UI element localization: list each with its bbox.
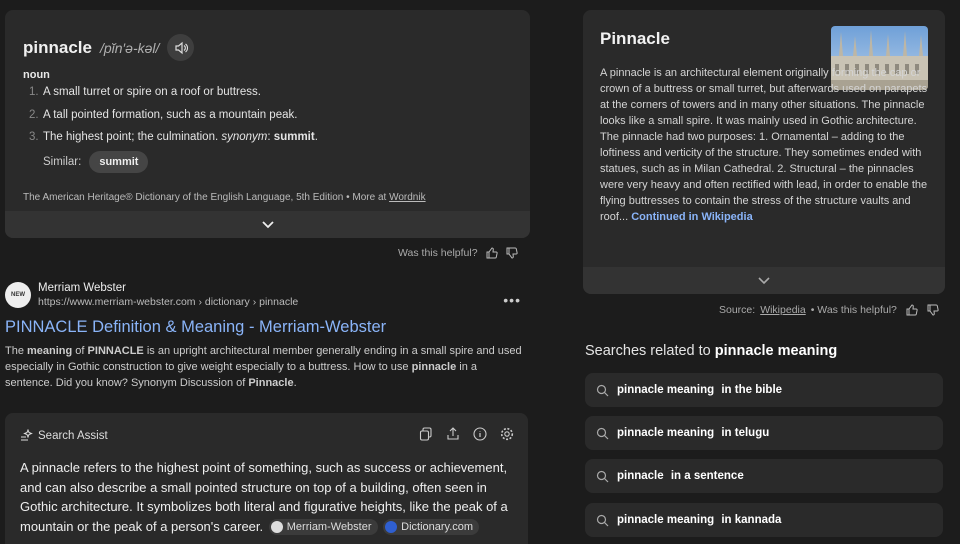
helpful-label: Was this helpful?	[398, 247, 478, 259]
speaker-button[interactable]	[167, 34, 195, 61]
query-bold: in kannada	[721, 514, 782, 526]
query-plain: pinnacle meaning	[617, 514, 715, 526]
related-search-item[interactable]: pinnacle in a sentence	[585, 459, 943, 493]
synonym-word: summit	[273, 131, 315, 143]
headword: pinnacle	[23, 37, 92, 57]
snippet-bold: PINNACLE	[87, 345, 144, 357]
search-assist-label: Search Assist	[38, 429, 108, 442]
related-search-item[interactable]: pinnacle meaning in the bible	[585, 373, 943, 407]
share-icon[interactable]	[446, 427, 460, 441]
merriam-favicon	[270, 521, 283, 534]
more-options-icon[interactable]: •••	[503, 292, 521, 308]
search-icon	[596, 427, 609, 439]
snippet-bold: Pinnacle	[248, 377, 294, 389]
related-heading-bold: pinnacle meaning	[714, 343, 838, 359]
snippet-text: .	[293, 377, 297, 389]
helpful-label: • Was this helpful?	[810, 304, 897, 316]
site-url: https://www.merriam-webster.com › dictio…	[38, 296, 299, 308]
snippet-bold: meaning	[27, 345, 73, 357]
definition-number: 2.	[29, 108, 39, 121]
source-label: Dictionary.com	[401, 521, 474, 534]
thumbs-up-icon[interactable]	[486, 247, 498, 259]
wikipedia-card: Pinnacle A pinnacle is an architectural …	[583, 10, 945, 294]
thumbs-down-icon[interactable]	[506, 247, 518, 259]
related-searches-heading: Searches related to pinnacle meaning	[585, 343, 837, 359]
source-label: Merriam-Webster	[286, 521, 372, 534]
site-name: Merriam Webster	[38, 282, 126, 294]
related-query: pinnacle meaning in kannada	[617, 514, 781, 526]
more-at-label: More at	[352, 192, 387, 203]
search-result: NEW Merriam Webster https://www.merriam-…	[5, 282, 525, 391]
related-heading-prefix: Searches related to	[585, 343, 711, 359]
info-icon[interactable]	[473, 427, 487, 441]
site-favicon: NEW	[5, 282, 31, 308]
wordnik-link[interactable]: Wordnik	[389, 192, 426, 203]
expand-dictionary-button[interactable]	[5, 211, 530, 238]
definition-item: 1. A small turret or spire on a roof or b…	[29, 86, 318, 109]
definition-number: 3.	[29, 131, 39, 143]
related-query: pinnacle in a sentence	[617, 470, 744, 482]
attribution-text: The American Heritage® Dictionary of the…	[23, 192, 350, 203]
query-plain: pinnacle meaning	[617, 384, 715, 396]
thumbs-up-icon[interactable]	[906, 304, 918, 316]
query-bold: in telugu	[721, 427, 770, 439]
definition-list: 1. A small turret or spire on a roof or b…	[29, 86, 318, 154]
dictionary-header: pinnacle /pĭn′ə-kəl/	[23, 34, 195, 61]
dictionary-card: pinnacle /pĭn′ə-kəl/ noun 1. A small turr…	[5, 10, 530, 238]
gear-icon[interactable]	[500, 427, 514, 441]
helpful-feedback: Was this helpful?	[398, 247, 518, 259]
dictionary-attribution: The American Heritage® Dictionary of the…	[23, 192, 426, 203]
snippet-bold: pinnacle	[411, 361, 457, 373]
related-search-item[interactable]: pinnacle meaning in kannada	[585, 503, 943, 537]
thumbs-down-icon[interactable]	[927, 304, 939, 316]
speaker-icon	[175, 41, 188, 54]
definition-text: A tall pointed formation, such as a moun…	[43, 108, 298, 121]
search-icon	[596, 470, 609, 482]
pronunciation: /pĭn′ə-kəl/	[99, 39, 160, 56]
wiki-summary-text: A pinnacle is an architectural element o…	[600, 67, 928, 223]
result-title-link[interactable]: PINNACLE Definition & Meaning - Merriam-…	[5, 318, 525, 337]
search-icon	[596, 384, 609, 396]
wiki-title: Pinnacle	[600, 29, 670, 48]
result-snippet: The meaning of PINNACLE is an upright ar…	[5, 343, 525, 391]
site-info: Merriam Webster https://www.merriam-webs…	[38, 282, 298, 308]
snippet-text: of	[72, 345, 88, 357]
query-bold: in the bible	[721, 384, 783, 396]
chevron-down-icon	[758, 276, 770, 284]
search-assist-answer: A pinnacle refers to the highest point o…	[20, 458, 515, 536]
source-pill-dictionary[interactable]: Dictionary.com	[383, 519, 480, 536]
part-of-speech: noun	[23, 69, 50, 81]
query-plain: pinnacle meaning	[617, 427, 715, 439]
wikipedia-source-link[interactable]: Wikipedia	[760, 304, 806, 316]
expand-wiki-button[interactable]	[583, 267, 945, 294]
definition-text: The highest point; the culmination.	[43, 131, 219, 143]
wiki-summary: A pinnacle is an architectural element o…	[600, 65, 930, 225]
wiki-source-row: Source: Wikipedia • Was this helpful?	[719, 304, 939, 316]
result-site-row[interactable]: NEW Merriam Webster https://www.merriam-…	[5, 282, 525, 308]
definition-text: A small turret or spire on a roof or but…	[43, 86, 261, 98]
dictionary-favicon	[385, 521, 398, 534]
copy-icon[interactable]	[419, 427, 433, 441]
assist-toolbar	[419, 427, 514, 441]
similar-row: Similar: summit	[43, 151, 149, 173]
query-plain: pinnacle	[617, 470, 664, 482]
related-search-item[interactable]: pinnacle meaning in telugu	[585, 416, 943, 450]
definition-item: 2. A tall pointed formation, such as a mo…	[29, 109, 318, 132]
similar-label: Similar:	[43, 156, 82, 168]
related-query: pinnacle meaning in telugu	[617, 427, 769, 439]
snippet-text: The	[5, 345, 28, 357]
search-assist-card: Search Assist A pinnacle refers to the h…	[5, 413, 528, 544]
sparkle-icon	[21, 429, 33, 441]
synonym-label: synonym	[221, 131, 268, 143]
search-icon	[596, 514, 609, 526]
source-pill-merriam[interactable]: Merriam-Webster	[268, 519, 378, 536]
definition-number: 1.	[29, 86, 39, 98]
related-query: pinnacle meaning in the bible	[617, 384, 782, 396]
query-bold: in a sentence	[670, 470, 744, 482]
similar-chip[interactable]: summit	[89, 151, 149, 173]
continued-in-wikipedia-link[interactable]: Continued in Wikipedia	[631, 211, 753, 223]
search-assist-header: Search Assist	[20, 429, 108, 442]
source-label: Source:	[719, 304, 756, 316]
chevron-down-icon	[261, 220, 274, 228]
